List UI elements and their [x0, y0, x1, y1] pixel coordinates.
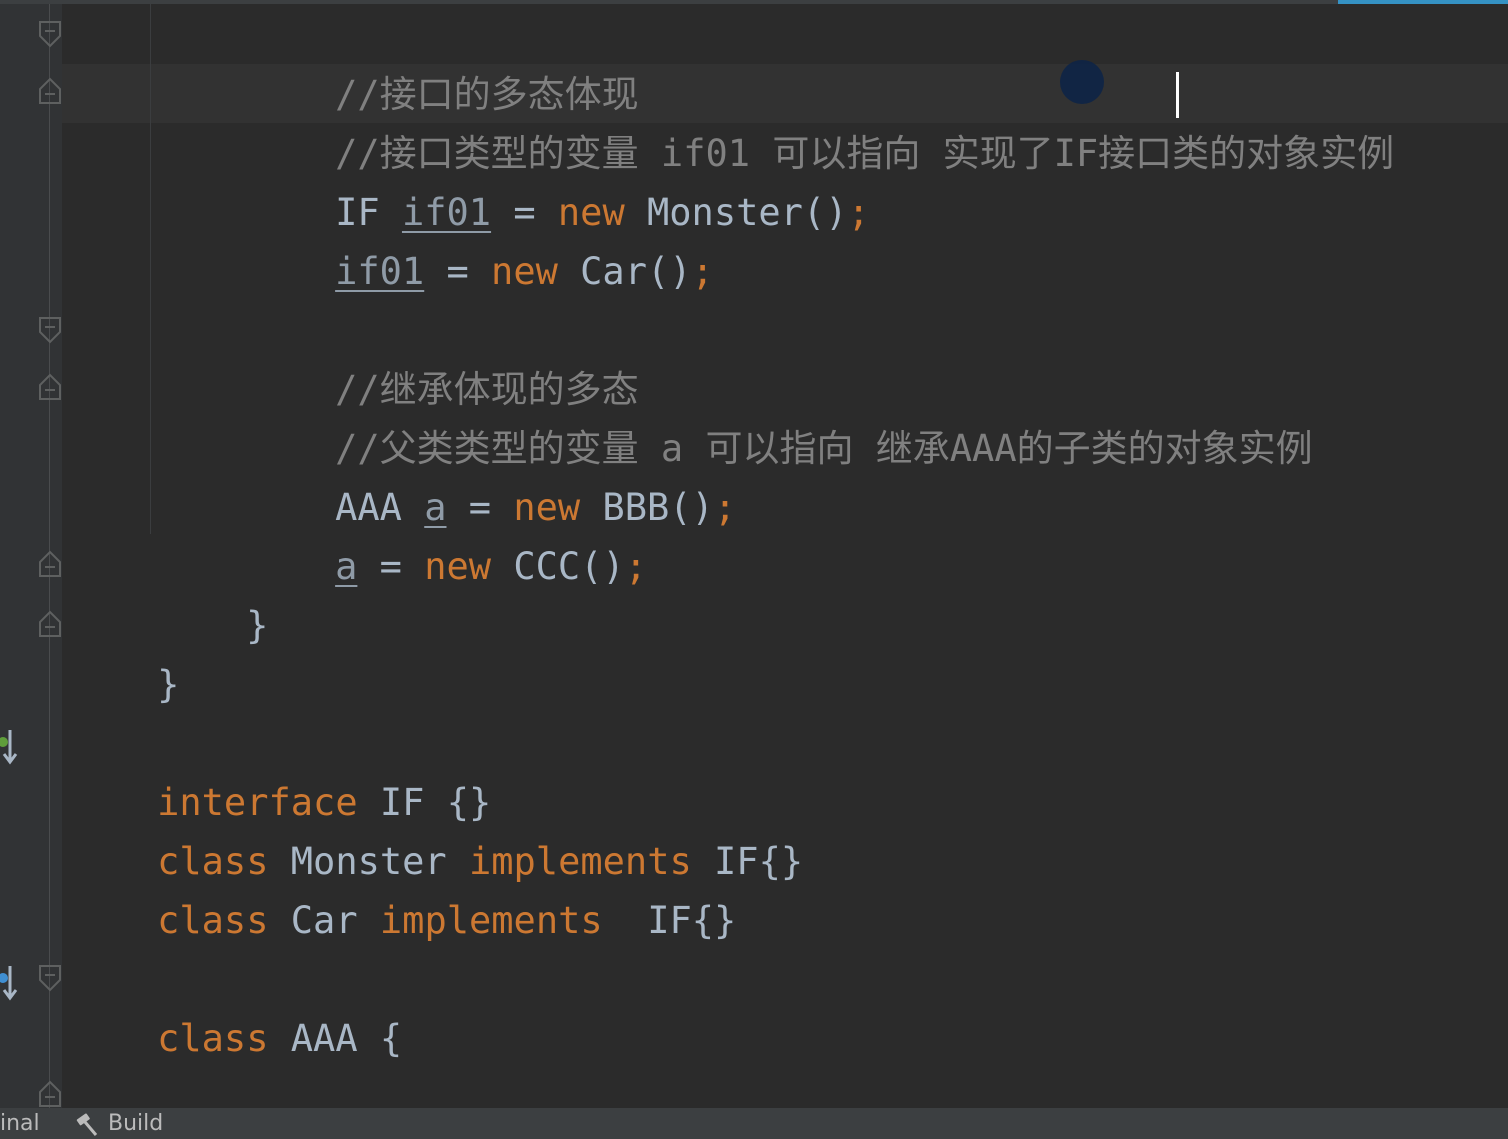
semicolon: ; [713, 486, 737, 529]
code-line-19: } [68, 1068, 179, 1108]
code-line-7: //父类类型的变量 a 可以指向 继承AAA的子类的对象实例 [246, 360, 1312, 470]
keyword-new: new [424, 545, 492, 588]
implemented-down-arrow-icon[interactable] [0, 726, 20, 766]
build-tab[interactable]: Build [74, 1108, 163, 1139]
semicolon: ; [691, 250, 714, 293]
mouse-pointer-highlight [1060, 60, 1104, 104]
indent-guide [150, 4, 151, 534]
class-name: Car [268, 899, 380, 942]
code-editor[interactable]: //接口的多态体现 //接口类型的变量 if01 可以指向 实现了IF接口类的对… [0, 4, 1508, 1108]
bottom-tool-bar: inal Build [0, 1108, 1508, 1139]
closing-brace: } [157, 663, 180, 706]
code-line-2: //接口类型的变量 if01 可以指向 实现了IF接口类的对象实例 [246, 65, 1394, 175]
assign-operator: = [424, 250, 492, 293]
code-line-13: interface IF {} [68, 714, 491, 824]
fold-open-icon[interactable] [38, 316, 62, 344]
semicolon: ; [624, 545, 647, 588]
code-line-1: //接口的多态体现 [246, 6, 639, 116]
fold-close-icon[interactable] [38, 373, 62, 401]
code-line-10: } [157, 537, 268, 647]
constructor-call: CCC() [491, 545, 625, 588]
keyword-class: class [157, 899, 269, 942]
text-caret [1176, 72, 1179, 118]
keyword-implements: implements [379, 899, 603, 942]
keyword-new: new [491, 250, 558, 293]
fold-close-icon[interactable] [38, 610, 62, 638]
constructor-call: Car() [557, 250, 692, 293]
code-line-4: if01 = new Car(); [246, 183, 714, 293]
fold-close-icon[interactable] [38, 1080, 62, 1108]
fold-open-icon[interactable] [38, 20, 62, 48]
variable-identifier[interactable]: if01 [335, 250, 424, 293]
code-line-14: class Monster implements IF{} [68, 773, 803, 883]
code-line-3: IF if01 = new Monster(); [246, 124, 870, 234]
overridden-down-arrow-icon[interactable] [0, 962, 20, 1002]
semicolon: ; [847, 191, 870, 234]
code-line-17: class AAA { [68, 950, 402, 1060]
fold-close-icon[interactable] [38, 77, 62, 105]
code-line-15: class Car implements IF{} [68, 832, 736, 942]
implemented-interface: IF{} [602, 899, 737, 942]
variable-identifier[interactable]: a [335, 545, 357, 588]
build-tab-label: Build [108, 1110, 164, 1136]
terminal-tab-label: inal [0, 1110, 40, 1136]
fold-open-icon[interactable] [38, 964, 62, 992]
class-declaration: AAA { [268, 1017, 403, 1060]
code-line-9: a = new CCC(); [246, 478, 647, 588]
keyword-class: class [157, 1017, 269, 1060]
code-line-8: AAA a = new BBB(); [246, 419, 736, 529]
code-line-11: } [68, 596, 179, 706]
code-line-6: //继承体现的多态 [246, 301, 639, 411]
hammer-icon [74, 1111, 100, 1137]
terminal-tab[interactable]: inal [0, 1108, 40, 1139]
fold-close-icon[interactable] [38, 550, 62, 578]
closing-brace: } [246, 604, 269, 647]
assign-operator: = [357, 545, 425, 588]
